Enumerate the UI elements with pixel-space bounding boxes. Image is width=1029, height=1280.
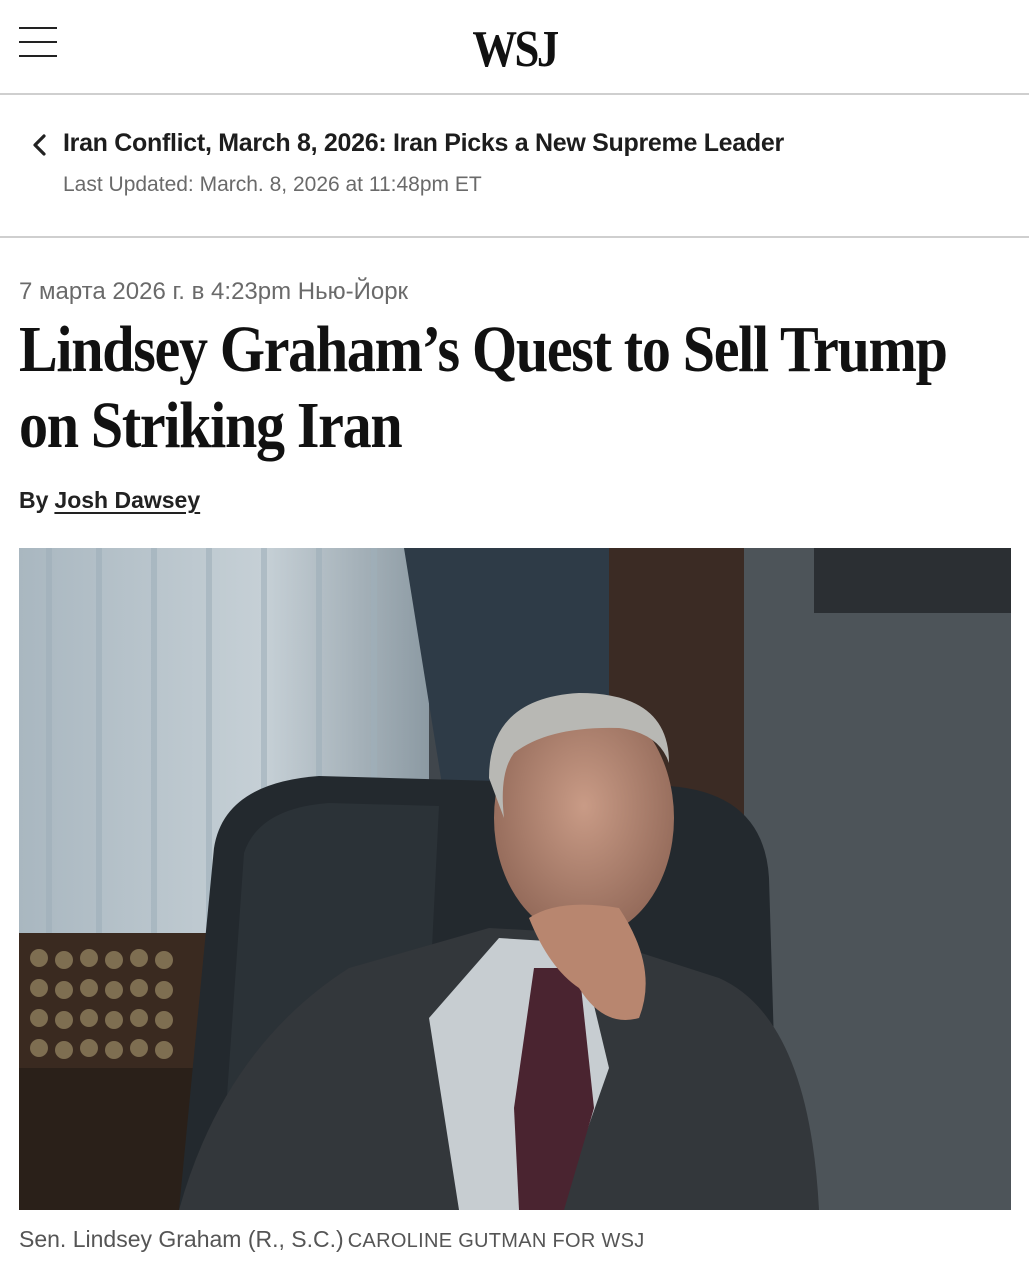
live-coverage-link[interactable]: Iran Conflict, March 8, 2026: Iran Picks…: [63, 129, 784, 158]
photo-caption: Sen. Lindsey Graham (R., S.C.) CAROLINE G…: [19, 1226, 645, 1253]
last-updated-text: Last Updated: March. 8, 2026 at 11:48pm …: [63, 173, 482, 196]
site-header: WSJ: [0, 0, 1029, 95]
byline-prefix: By: [19, 487, 49, 513]
author-link[interactable]: Josh Dawsey: [54, 487, 200, 513]
article-dateline: 7 марта 2026 г. в 4:23pm Нью-Йорк: [19, 278, 409, 305]
caption-text: Sen. Lindsey Graham (R., S.C.): [19, 1226, 344, 1252]
photo-credit: CAROLINE GUTMAN FOR WSJ: [347, 1230, 645, 1252]
wsj-logo[interactable]: WSJ: [72, 20, 957, 80]
article-photo: [19, 548, 1011, 1210]
article-headline: Lindsey Graham’s Quest to Sell Trump on …: [19, 313, 948, 462]
hamburger-menu-icon[interactable]: [19, 26, 59, 60]
breadcrumb: Iran Conflict, March 8, 2026: Iran Picks…: [0, 97, 1029, 238]
chevron-left-icon[interactable]: [30, 134, 50, 156]
byline: By Josh Dawsey: [19, 487, 200, 514]
